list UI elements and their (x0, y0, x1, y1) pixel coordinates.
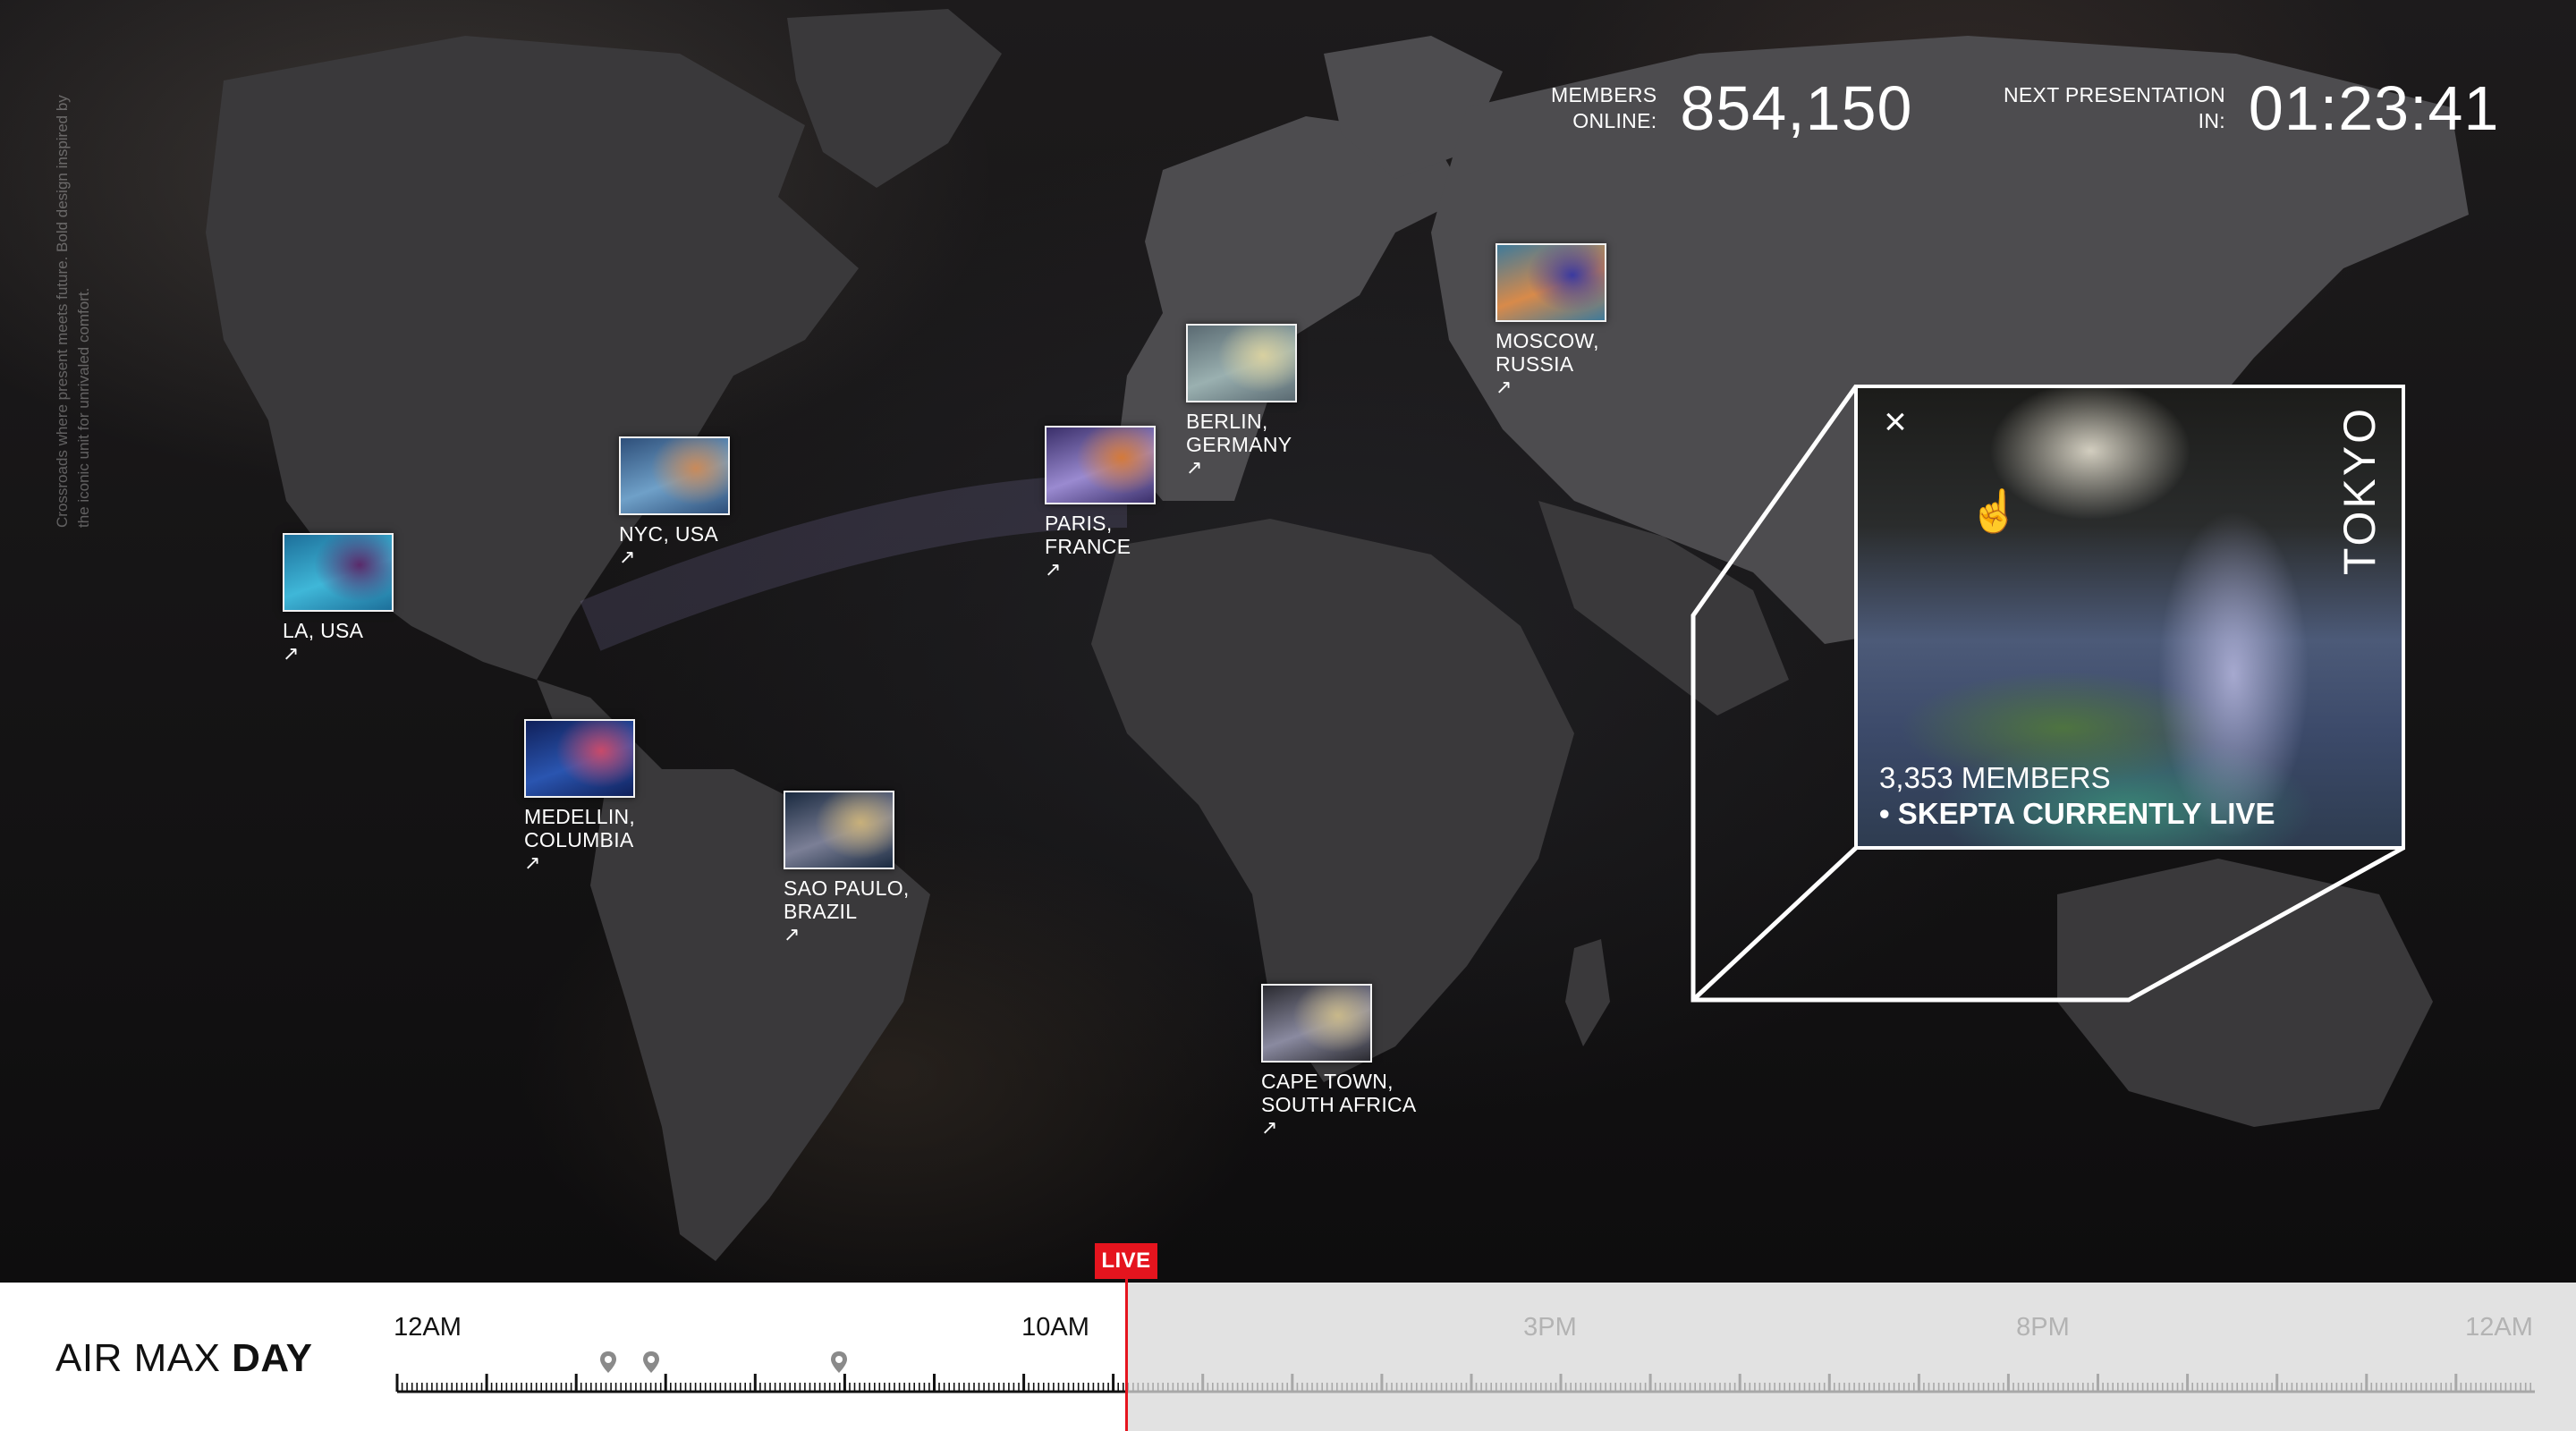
tokyo-live-card[interactable]: × ☝ TOKYO 3,353 MEMBERS • SKEPTA CURRENT… (1854, 385, 2405, 850)
city-name-line1: CAPE TOWN, (1261, 1070, 1394, 1093)
city-name: BERLIN, GERMANY (1186, 410, 1297, 456)
members-label-line1: MEMBERS (1551, 83, 1657, 106)
city-thumbnail[interactable] (524, 719, 635, 798)
members-online-label: MEMBERS ONLINE: (1551, 82, 1657, 140)
tokyo-city-label: TOKYO (2334, 406, 2385, 576)
live-badge: LIVE (1095, 1243, 1157, 1279)
next-label-line2: IN: (2198, 109, 2225, 132)
city-name-line2: COLUMBIA (524, 828, 634, 851)
city-marker-medellin[interactable]: MEDELLIN, COLUMBIA ↗ (524, 719, 635, 873)
city-name-line1: MEDELLIN, (524, 805, 636, 828)
members-label-line2: ONLINE: (1572, 109, 1657, 132)
city-marker-nyc[interactable]: NYC, USA ↗ (619, 436, 730, 567)
next-presentation-stat: NEXT PRESENTATION IN: 01:23:41 (2004, 77, 2499, 140)
tokyo-members-count: 3,353 MEMBERS (1879, 761, 2111, 794)
arrow-up-right-icon[interactable]: ↗ (784, 925, 910, 944)
city-name: CAPE TOWN, SOUTH AFRICA (1261, 1070, 1417, 1116)
next-presentation-countdown: 01:23:41 (2248, 73, 2500, 143)
location-pin-icon[interactable] (830, 1351, 848, 1374)
city-thumbnail[interactable] (283, 533, 394, 612)
city-thumbnail[interactable] (784, 791, 894, 869)
city-name-line2: BRAZIL (784, 900, 858, 923)
city-thumbnail[interactable] (619, 436, 730, 515)
city-name-line1: SAO PAULO, (784, 876, 910, 900)
hand-pointer-icon: ☝ (1969, 487, 2021, 534)
city-name-line2: GERMANY (1186, 433, 1292, 456)
city-name: MOSCOW, RUSSIA (1496, 329, 1606, 376)
arrow-up-right-icon[interactable]: ↗ (1261, 1118, 1417, 1138)
city-thumbnail[interactable] (1045, 426, 1156, 504)
city-name-line1: MOSCOW, (1496, 329, 1599, 352)
city-thumbnail[interactable] (1186, 324, 1297, 402)
city-name-line1: BERLIN, (1186, 410, 1268, 433)
city-thumbnail[interactable] (1261, 984, 1372, 1063)
next-presentation-label: NEXT PRESENTATION IN: (2004, 82, 2225, 140)
arrow-up-right-icon[interactable]: ↗ (524, 853, 635, 873)
side-tagline: Crossroads where present meets future. B… (54, 95, 92, 528)
city-marker-moscow[interactable]: MOSCOW, RUSSIA ↗ (1496, 243, 1606, 397)
city-name-line1: NYC, USA (619, 522, 719, 546)
members-online-stat: MEMBERS ONLINE: 854,150 (1551, 77, 1912, 140)
tokyo-live-status: • SKEPTA CURRENTLY LIVE (1879, 797, 2275, 830)
arrow-up-right-icon[interactable]: ↗ (1045, 560, 1156, 580)
arrow-up-right-icon[interactable]: ↗ (1186, 458, 1297, 478)
members-online-value: 854,150 (1680, 73, 1913, 143)
live-indicator-line[interactable] (1125, 1261, 1128, 1431)
next-label-line1: NEXT PRESENTATION (2004, 83, 2225, 106)
timeline-bar[interactable]: AIR MAX DAY 12AM 10AM 3PM 8PM 12AM (0, 1283, 2576, 1431)
city-name-line2: FRANCE (1045, 535, 1131, 558)
city-name-line1: PARIS, (1045, 512, 1113, 535)
close-icon[interactable]: × (1877, 402, 1913, 442)
city-name: LA, USA (283, 619, 394, 642)
city-thumbnail[interactable] (1496, 243, 1606, 322)
arrow-up-right-icon[interactable]: ↗ (1496, 377, 1606, 397)
location-pin-icon[interactable] (599, 1351, 617, 1374)
city-name: PARIS, FRANCE (1045, 512, 1156, 558)
city-marker-la[interactable]: LA, USA ↗ (283, 533, 394, 664)
city-marker-cape-town[interactable]: CAPE TOWN, SOUTH AFRICA ↗ (1261, 984, 1417, 1138)
city-name-line2: SOUTH AFRICA (1261, 1093, 1417, 1116)
timeline-ruler[interactable] (0, 1283, 2576, 1431)
city-marker-paris[interactable]: PARIS, FRANCE ↗ (1045, 426, 1156, 580)
city-name: MEDELLIN, COLUMBIA (524, 805, 635, 851)
city-name-line2: RUSSIA (1496, 352, 1574, 376)
location-pin-icon[interactable] (642, 1351, 660, 1374)
city-marker-sao-paulo[interactable]: SAO PAULO, BRAZIL ↗ (784, 791, 910, 944)
city-name: SAO PAULO, BRAZIL (784, 876, 910, 923)
arrow-up-right-icon[interactable]: ↗ (619, 547, 730, 567)
city-name-line1: LA, USA (283, 619, 364, 642)
arrow-up-right-icon[interactable]: ↗ (283, 644, 394, 664)
city-marker-berlin[interactable]: BERLIN, GERMANY ↗ (1186, 324, 1297, 478)
city-name: NYC, USA (619, 522, 730, 546)
world-map[interactable]: Crossroads where present meets future. B… (0, 0, 2576, 1283)
